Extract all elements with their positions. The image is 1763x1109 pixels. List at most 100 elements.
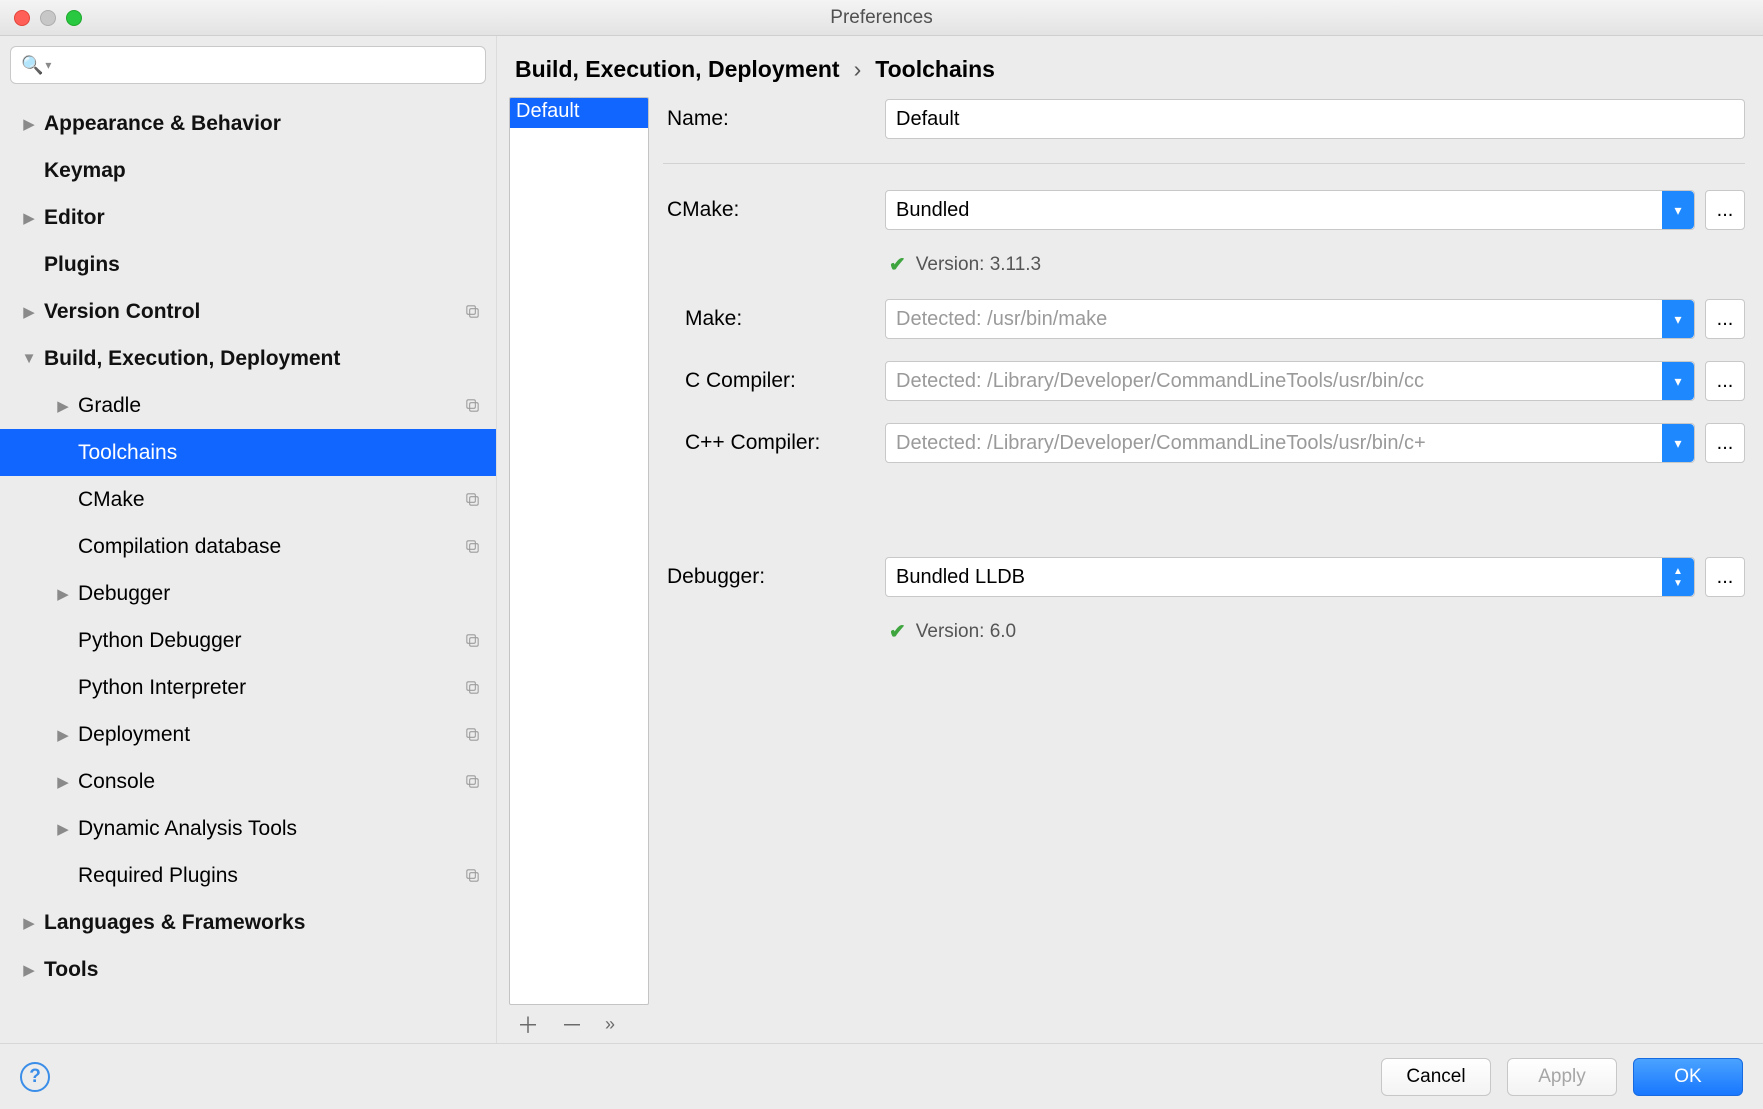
tree-item[interactable]: ▶ Console	[0, 758, 496, 805]
cpp-compiler-label: C++ Compiler:	[663, 431, 885, 455]
breadcrumb-root: Build, Execution, Deployment	[515, 56, 840, 83]
tree-item[interactable]: ▶ Editor	[0, 194, 496, 241]
c-compiler-select[interactable]: Detected: /Library/Developer/CommandLine…	[885, 361, 1695, 401]
preferences-sidebar: 🔍 ▾ ▶ Appearance & Behavior Keymap ▶ Editor P…	[0, 36, 497, 1043]
tree-item-label: Deployment	[78, 723, 462, 747]
preferences-tree[interactable]: ▶ Appearance & Behavior Keymap ▶ Editor Plugi…	[0, 94, 496, 1043]
chevron-right-icon: ▶	[20, 209, 38, 227]
tree-item[interactable]: Compilation database	[0, 523, 496, 570]
tree-item[interactable]: Required Plugins	[0, 852, 496, 899]
chevron-down-icon: ▾	[45, 58, 51, 72]
ok-button[interactable]: OK	[1633, 1058, 1743, 1096]
tree-item[interactable]: ▶ Version Control	[0, 288, 496, 335]
tree-item-label: Python Interpreter	[78, 676, 462, 700]
make-browse-button[interactable]: ...	[1705, 299, 1745, 339]
tree-item[interactable]: ▼Build, Execution, Deployment	[0, 335, 496, 382]
project-scope-icon	[462, 396, 482, 416]
project-scope-icon	[462, 913, 482, 933]
chevron-down-icon[interactable]: ▾	[1662, 191, 1694, 229]
check-icon: ✔	[889, 619, 906, 644]
chevron-right-icon: ▶	[54, 820, 72, 838]
cmake-value: Bundled	[896, 199, 969, 222]
preferences-panel: Build, Execution, Deployment › Toolchain…	[497, 36, 1763, 1043]
project-scope-icon	[462, 208, 482, 228]
remove-icon[interactable]: －	[561, 1008, 583, 1040]
chevron-down-icon[interactable]: ▾	[1662, 424, 1694, 462]
stepper-icon[interactable]: ▲▼	[1662, 558, 1694, 596]
chevron-down-icon: ▼	[20, 350, 38, 367]
name-field[interactable]	[885, 99, 1745, 139]
tree-item-label: Tools	[44, 958, 462, 982]
tree-item-label: Debugger	[78, 582, 462, 606]
make-select[interactable]: Detected: /usr/bin/make ▾	[885, 299, 1695, 339]
c-compiler-browse-button[interactable]: ...	[1705, 361, 1745, 401]
tree-item[interactable]: Plugins	[0, 241, 496, 288]
add-icon[interactable]: ＋	[517, 1008, 539, 1040]
chevron-right-icon: ▶	[20, 115, 38, 133]
divider	[663, 163, 1745, 164]
breadcrumb: Build, Execution, Deployment › Toolchain…	[497, 36, 1763, 97]
project-scope-icon	[462, 725, 482, 745]
chevron-right-icon: ▶	[20, 914, 38, 932]
project-scope-icon	[462, 584, 482, 604]
project-scope-icon	[462, 302, 482, 322]
tree-item[interactable]: ▶ Tools	[0, 946, 496, 993]
help-button[interactable]: ?	[20, 1062, 50, 1092]
dialog-footer: ? Cancel Apply OK	[0, 1043, 1763, 1109]
chevron-down-icon[interactable]: ▾	[1662, 300, 1694, 338]
project-scope-icon	[462, 819, 482, 839]
chevron-right-icon: ▶	[54, 773, 72, 791]
project-scope-icon	[462, 490, 482, 510]
search-icon: 🔍	[21, 55, 43, 76]
tree-item-label: Version Control	[44, 300, 462, 324]
cpp-compiler-select[interactable]: Detected: /Library/Developer/CommandLine…	[885, 423, 1695, 463]
toolchain-list-item[interactable]: Default	[510, 98, 648, 128]
apply-button[interactable]: Apply	[1507, 1058, 1617, 1096]
project-scope-icon	[462, 960, 482, 980]
tree-item-label: Console	[78, 770, 462, 794]
tree-item-label: Toolchains	[78, 441, 462, 465]
project-scope-icon	[462, 631, 482, 651]
cpp-compiler-value: Detected: /Library/Developer/CommandLine…	[896, 432, 1426, 455]
more-icon[interactable]: »	[605, 1014, 615, 1035]
toolchain-list[interactable]: Default	[509, 97, 649, 1005]
cmake-status: ✔ Version: 3.11.3	[663, 252, 1745, 277]
tree-item-label: Editor	[44, 206, 462, 230]
tree-item[interactable]: Toolchains	[0, 429, 496, 476]
tree-item-label: Python Debugger	[78, 629, 462, 653]
search-input[interactable]: 🔍 ▾	[10, 46, 486, 84]
project-scope-icon	[462, 772, 482, 792]
tree-item-label: Keymap	[44, 159, 462, 183]
debugger-status: ✔ Version: 6.0	[663, 619, 1745, 644]
tree-item[interactable]: CMake	[0, 476, 496, 523]
tree-item[interactable]: ▶ Deployment	[0, 711, 496, 758]
cmake-select[interactable]: Bundled ▾	[885, 190, 1695, 230]
tree-item-label: Appearance & Behavior	[44, 112, 462, 136]
chevron-right-icon: ▶	[20, 961, 38, 979]
c-compiler-label: C Compiler:	[663, 369, 885, 393]
chevron-down-icon[interactable]: ▾	[1662, 362, 1694, 400]
cancel-button[interactable]: Cancel	[1381, 1058, 1491, 1096]
tree-item[interactable]: ▶ Debugger	[0, 570, 496, 617]
debugger-browse-button[interactable]: ...	[1705, 557, 1745, 597]
tree-item[interactable]: Python Interpreter	[0, 664, 496, 711]
tree-item[interactable]: ▶Languages & Frameworks	[0, 899, 496, 946]
tree-item[interactable]: ▶Dynamic Analysis Tools	[0, 805, 496, 852]
tree-item[interactable]: Keymap	[0, 147, 496, 194]
tree-item-label: Plugins	[44, 253, 462, 277]
tree-item-label: Compilation database	[78, 535, 462, 559]
debugger-select[interactable]: Bundled LLDB ▲▼	[885, 557, 1695, 597]
cpp-compiler-browse-button[interactable]: ...	[1705, 423, 1745, 463]
tree-item-label: Gradle	[78, 394, 462, 418]
chevron-right-icon: ▶	[54, 585, 72, 603]
cmake-browse-button[interactable]: ...	[1705, 190, 1745, 230]
check-icon: ✔	[889, 252, 906, 277]
tree-item[interactable]: ▶ Appearance & Behavior	[0, 100, 496, 147]
toolchain-list-column: Default ＋ － »	[509, 97, 649, 1043]
chevron-right-icon: ▶	[54, 726, 72, 744]
chevron-right-icon: ▶	[20, 303, 38, 321]
debugger-value: Bundled LLDB	[896, 566, 1025, 589]
tree-item[interactable]: ▶Gradle	[0, 382, 496, 429]
project-scope-icon	[462, 255, 482, 275]
tree-item[interactable]: Python Debugger	[0, 617, 496, 664]
